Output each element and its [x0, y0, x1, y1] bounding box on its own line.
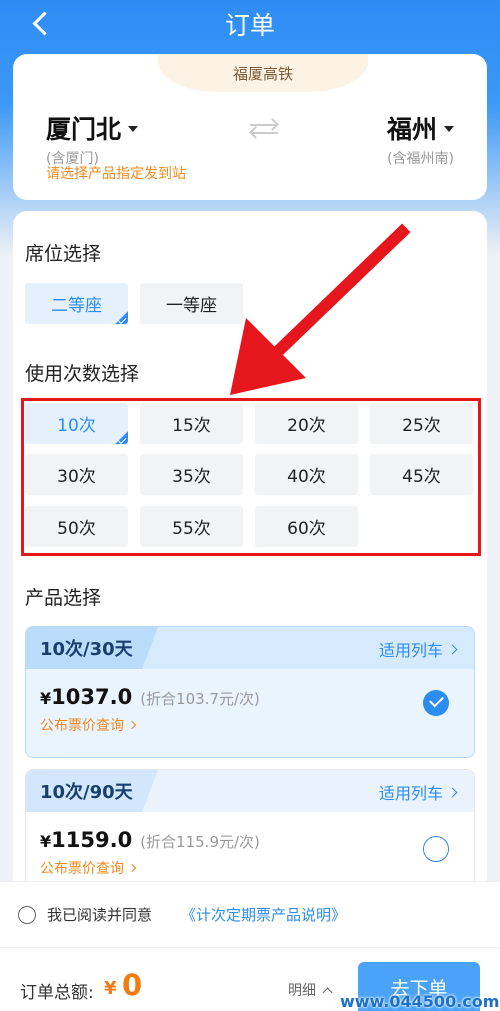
seat-option-second-class[interactable]: 二等座 — [25, 283, 128, 324]
seat-option-first-class[interactable]: 一等座 — [140, 283, 243, 324]
currency-symbol: ¥ — [40, 832, 52, 851]
page-title: 订单 — [224, 11, 275, 40]
fare-lookup-link[interactable]: 公布票价查询 — [40, 858, 137, 878]
product-price: ¥ 1037.0 (折合103.7元/次) — [40, 685, 260, 709]
applicable-trains-link[interactable]: 适用列车 — [378, 637, 458, 661]
applicable-trains-label: 适用列车 — [378, 784, 443, 803]
seat-option-label: 二等座 — [51, 296, 102, 316]
nav-bar: 订单 — [0, 0, 500, 48]
caret-down-icon — [128, 126, 139, 132]
seat-option-label: 一等座 — [166, 296, 217, 316]
times-section-title: 使用次数选择 — [25, 363, 140, 385]
detail-toggle[interactable]: 明细 — [288, 980, 333, 1000]
selected-check-icon[interactable] — [423, 690, 449, 716]
total-label: 订单总额: — [20, 983, 94, 1003]
chevron-right-icon — [127, 863, 137, 873]
total-amount: 0 — [122, 968, 143, 1002]
options-card: 席位选择 二等座 一等座 使用次数选择 10次 15次 20次 25次 30次 … — [13, 211, 487, 891]
total-currency: ¥ — [104, 978, 117, 999]
product-name: 10次/30天 — [40, 639, 133, 660]
price-per-ride: (折合115.9元/次) — [140, 833, 260, 851]
chevron-right-icon — [127, 720, 137, 730]
train-type-label: 福厦高铁 — [158, 54, 368, 92]
applicable-trains-label: 适用列车 — [378, 641, 443, 660]
route-card: 福厦高铁 厦门北 (含厦门) 福州 (含福州南) 请选择产品指定发到站 — [13, 54, 487, 200]
price-value: 1037.0 — [51, 685, 133, 709]
agreement-link[interactable]: 《计次定期票产品说明》 — [181, 904, 346, 925]
annotation-highlight-box — [21, 398, 481, 556]
swap-icon[interactable] — [250, 118, 278, 140]
station-hint: 请选择产品指定发到站 — [46, 166, 186, 182]
currency-symbol: ¥ — [40, 689, 52, 708]
unselected-radio-icon[interactable] — [423, 836, 449, 862]
detail-label: 明细 — [288, 983, 316, 999]
caret-down-icon — [444, 126, 454, 132]
back-icon[interactable] — [26, 6, 56, 40]
chevron-right-icon — [447, 644, 458, 654]
product-section-title: 产品选择 — [25, 587, 102, 609]
price-value: 1159.0 — [51, 828, 133, 852]
agreement-text: 我已阅读并同意 — [47, 906, 153, 924]
chevron-up-icon — [322, 987, 333, 997]
product-name: 10次/90天 — [40, 782, 133, 803]
applicable-trains-link[interactable]: 适用列车 — [378, 780, 458, 804]
product-card[interactable]: 10次/90天 适用列车 ¥ 1159.0 (折合115.9元/次) 公布票价查… — [25, 769, 475, 891]
from-station[interactable]: 厦门北 (含厦门) — [46, 110, 139, 168]
fare-lookup-link[interactable]: 公布票价查询 — [40, 715, 137, 735]
agreement-radio[interactable] — [18, 906, 36, 924]
product-card[interactable]: 10次/30天 适用列车 ¥ 1037.0 (折合103.7元/次) 公布票价查… — [25, 626, 475, 758]
agreement-bar: 我已阅读并同意 《计次定期票产品说明》 — [0, 881, 500, 947]
seat-section-title: 席位选择 — [25, 243, 102, 265]
watermark-text: www.044500.com — [340, 992, 500, 1011]
chevron-right-icon — [447, 787, 458, 797]
price-per-ride: (折合103.7元/次) — [140, 690, 260, 708]
fare-lookup-label: 公布票价查询 — [40, 861, 124, 877]
fare-lookup-label: 公布票价查询 — [40, 718, 124, 734]
to-station[interactable]: 福州 (含福州南) — [387, 110, 454, 168]
to-station-sub: (含福州南) — [387, 151, 454, 167]
to-station-name: 福州 — [386, 115, 437, 144]
check-icon — [117, 314, 127, 324]
product-price: ¥ 1159.0 (折合115.9元/次) — [40, 828, 260, 852]
from-station-name: 厦门北 — [46, 115, 122, 144]
